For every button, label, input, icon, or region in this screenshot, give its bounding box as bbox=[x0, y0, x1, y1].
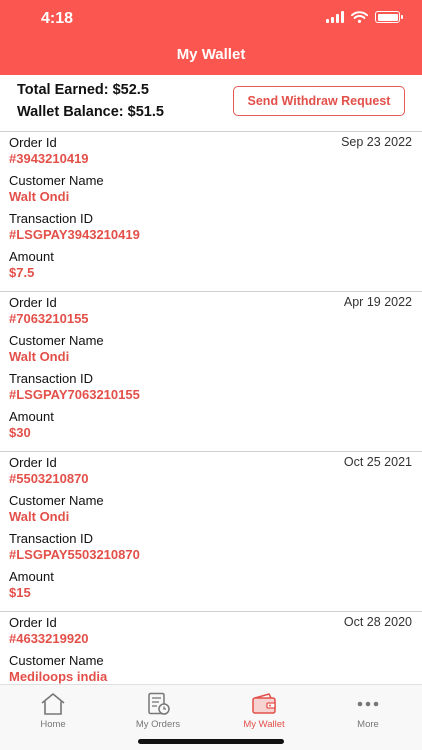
customer-name-label: Customer Name bbox=[9, 493, 104, 508]
tab-my-orders-label: My Orders bbox=[135, 718, 181, 730]
transaction-card[interactable]: Sep 23 2022 Order Id #3943210419 Custome… bbox=[0, 132, 422, 292]
battery-icon bbox=[375, 11, 403, 23]
amount-value: $7.5 bbox=[9, 265, 35, 280]
cellular-signal-icon bbox=[326, 11, 344, 23]
customer-name-value: Mediloops india bbox=[9, 669, 108, 684]
transaction-id-label: Transaction ID bbox=[9, 371, 94, 386]
tab-my-wallet[interactable]: My Wallet bbox=[214, 685, 314, 735]
customer-name-label: Customer Name bbox=[9, 173, 104, 188]
transaction-card[interactable]: Oct 28 2020 Order Id #4633219920 Custome… bbox=[0, 612, 422, 684]
transaction-id-value: #LSGPAY5503210870 bbox=[9, 547, 140, 562]
tab-home[interactable]: Home bbox=[3, 685, 103, 735]
header: 4:18 My Wallet bbox=[0, 0, 422, 75]
orders-icon bbox=[148, 692, 170, 715]
transaction-date: Apr 19 2022 bbox=[343, 295, 412, 309]
tab-more-label: More bbox=[357, 718, 379, 730]
wallet-icon bbox=[252, 692, 276, 714]
customer-name-label: Customer Name bbox=[9, 653, 104, 668]
wallet-balance: Wallet Balance: $51.5 bbox=[17, 104, 164, 120]
transaction-id-value: #LSGPAY7063210155 bbox=[9, 387, 140, 402]
amount-label: Amount bbox=[9, 409, 54, 424]
tab-more[interactable]: More bbox=[318, 685, 418, 735]
transaction-date: Oct 25 2021 bbox=[343, 455, 412, 469]
customer-name-label: Customer Name bbox=[9, 333, 104, 348]
tab-home-label: Home bbox=[40, 718, 66, 730]
transaction-card[interactable]: Oct 25 2021 Order Id #5503210870 Custome… bbox=[0, 452, 422, 612]
status-time: 4:18 bbox=[41, 10, 74, 27]
transaction-date: Oct 28 2020 bbox=[343, 615, 412, 629]
tab-my-wallet-label: My Wallet bbox=[243, 718, 285, 730]
transaction-card[interactable]: Apr 19 2022 Order Id #7063210155 Custome… bbox=[0, 292, 422, 452]
order-id-value: #4633219920 bbox=[9, 631, 89, 646]
amount-label: Amount bbox=[9, 249, 54, 264]
amount-value: $30 bbox=[9, 425, 31, 440]
page-title: My Wallet bbox=[176, 46, 246, 63]
home-icon bbox=[41, 692, 65, 715]
amount-label: Amount bbox=[9, 569, 54, 584]
tab-my-orders[interactable]: My Orders bbox=[108, 685, 208, 735]
order-id-value: #5503210870 bbox=[9, 471, 89, 486]
amount-value: $15 bbox=[9, 585, 31, 600]
more-icon bbox=[357, 701, 379, 706]
order-id-value: #3943210419 bbox=[9, 151, 89, 166]
total-earned: Total Earned: $52.5 bbox=[17, 82, 149, 98]
send-withdraw-request-button[interactable]: Send Withdraw Request bbox=[233, 86, 405, 116]
transaction-date: Sep 23 2022 bbox=[341, 135, 412, 149]
transaction-id-label: Transaction ID bbox=[9, 531, 94, 546]
customer-name-value: Walt Ondi bbox=[9, 509, 70, 524]
wifi-icon bbox=[351, 11, 368, 23]
home-indicator bbox=[138, 739, 284, 744]
transaction-list[interactable]: Sep 23 2022 Order Id #3943210419 Custome… bbox=[0, 132, 422, 684]
customer-name-value: Walt Ondi bbox=[9, 189, 70, 204]
wallet-summary: Total Earned: $52.5 Wallet Balance: $51.… bbox=[0, 75, 422, 132]
status-icons bbox=[326, 11, 403, 23]
transaction-id-value: #LSGPAY3943210419 bbox=[9, 227, 140, 242]
customer-name-value: Walt Ondi bbox=[9, 349, 70, 364]
order-id-value: #7063210155 bbox=[9, 311, 89, 326]
transaction-id-label: Transaction ID bbox=[9, 211, 94, 226]
